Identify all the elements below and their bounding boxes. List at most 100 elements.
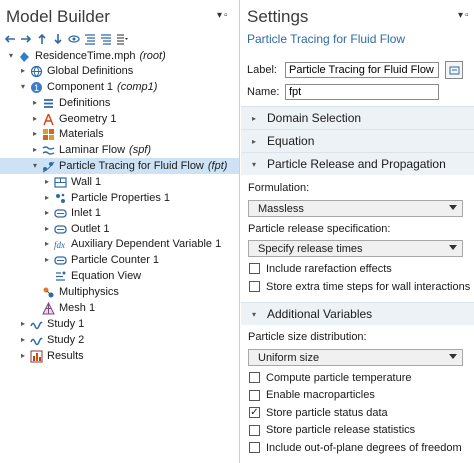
- tree-item-study-1[interactable]: ▸ Study 1: [18, 316, 84, 332]
- tree-item-label: Equation View: [71, 270, 142, 282]
- tree-item-label: Particle Tracing for Fluid Flow: [59, 160, 204, 172]
- tree-item-label: Study 1: [47, 318, 85, 330]
- release-spec-select[interactable]: Specify release times: [248, 240, 463, 257]
- expand-arrow-icon: ▸: [251, 136, 256, 146]
- tree-item-residencetime-mph[interactable]: ▾ ResidenceTime.mph (root): [6, 48, 166, 64]
- checkbox-include-rarefaction-effects[interactable]: Include rarefaction effects: [249, 261, 392, 276]
- formulation-select[interactable]: Massless: [248, 200, 463, 217]
- checkbox-icon[interactable]: [249, 424, 260, 436]
- tree-item-multiphysics[interactable]: Multiphysics: [30, 284, 119, 300]
- expand-toggle-icon[interactable]: ▸: [18, 316, 28, 332]
- section-additional-variables[interactable]: ▾ Additional Variables: [241, 302, 474, 325]
- tree-item-results[interactable]: ▸ Results: [18, 348, 84, 364]
- tree-item-outlet-1[interactable]: ▸ Outlet 1: [42, 221, 110, 237]
- release-spec-value: Specify release times: [258, 242, 363, 255]
- checkmark-icon[interactable]: ✓: [249, 407, 260, 418]
- expand-all-icon[interactable]: [100, 33, 112, 45]
- forward-icon[interactable]: [20, 33, 32, 45]
- name-input[interactable]: [285, 84, 439, 100]
- expand-toggle-icon[interactable]: ▸: [30, 111, 40, 127]
- checkbox-compute-particle-temperature[interactable]: Compute particle temperature: [249, 370, 412, 385]
- section-title: Equation: [267, 134, 315, 148]
- checkbox-store-particle-release-statistics[interactable]: Store particle release statistics: [249, 423, 415, 438]
- collapse-toggle-icon[interactable]: ▾: [30, 158, 40, 174]
- tree-scrollbar[interactable]: [235, 48, 239, 463]
- tree-item-equation-view[interactable]: Equation View: [42, 268, 141, 284]
- expand-toggle-icon[interactable]: ▸: [42, 221, 52, 237]
- expand-arrow-icon: ▸: [251, 113, 256, 123]
- checkbox-icon[interactable]: [249, 389, 260, 401]
- checkbox-include-out-of-plane-degrees-of-freedom[interactable]: Include out-of-plane degrees of freedom: [249, 440, 462, 455]
- checkbox-label: Include out-of-plane degrees of freedom: [266, 441, 462, 454]
- expand-toggle-icon[interactable]: ▸: [42, 252, 52, 268]
- checkbox-icon[interactable]: [249, 372, 260, 383]
- tree-item-study-2[interactable]: ▸ Study 2: [18, 332, 84, 348]
- back-icon[interactable]: [4, 33, 16, 45]
- tree-item-mesh-1[interactable]: Mesh 1: [30, 300, 95, 316]
- tree-item-materials[interactable]: ▸ Materials: [30, 126, 104, 142]
- list-options-icon[interactable]: [116, 33, 128, 45]
- expand-toggle-icon[interactable]: ▸: [18, 63, 28, 79]
- tree-item-component-1[interactable]: ▾ 1 Component 1 (comp1): [18, 79, 157, 95]
- size-distribution-select[interactable]: Uniform size: [248, 349, 463, 366]
- expand-toggle-icon[interactable]: ▸: [30, 95, 40, 111]
- tree-item-particle-counter-1[interactable]: ▸ Particle Counter 1: [42, 252, 159, 268]
- tree-item-particle-tracing-for-fluid-flow[interactable]: ▾ Particle Tracing for Fluid Flow (fpt): [0, 158, 239, 174]
- tree-item-label: Results: [47, 350, 84, 362]
- tree-item-label: ResidenceTime.mph: [35, 50, 136, 62]
- checkbox-icon[interactable]: [249, 281, 260, 292]
- move-down-icon[interactable]: [52, 33, 64, 45]
- tree-item-tag: (comp1): [117, 81, 158, 93]
- expand-toggle-icon[interactable]: ▸: [42, 190, 52, 206]
- checkbox-store-particle-status-data[interactable]: ✓ Store particle status data: [249, 405, 388, 420]
- svg-text:fdx: fdx: [54, 240, 65, 250]
- expand-toggle-icon[interactable]: ▸: [18, 332, 28, 348]
- expand-toggle-icon[interactable]: ▸: [42, 236, 52, 252]
- tree-item-label: Auxiliary Dependent Variable 1: [71, 238, 222, 250]
- checkbox-store-extra-time-steps-for-wall-interactions[interactable]: Store extra time steps for wall interact…: [249, 279, 470, 294]
- section-title: Domain Selection: [267, 111, 362, 125]
- expand-toggle-icon[interactable]: ▸: [30, 126, 40, 142]
- size-distribution-value: Uniform size: [258, 351, 320, 364]
- section-title: Particle Release and Propagation: [267, 157, 446, 171]
- results-icon: [30, 350, 43, 363]
- chevron-down-icon: [449, 205, 457, 210]
- tree-item-wall-1[interactable]: ▸ Wall 1: [42, 174, 101, 190]
- tree-item-inlet-1[interactable]: ▸ Inlet 1: [42, 205, 101, 221]
- tree-item-global-definitions[interactable]: ▸ Global Definitions: [18, 63, 133, 79]
- tree-item-geometry-1[interactable]: ▸ Geometry 1: [30, 111, 116, 127]
- checkbox-icon[interactable]: [249, 263, 260, 274]
- checkbox-label: Enable macroparticles: [266, 389, 375, 401]
- checkbox-label: Store particle release statistics: [266, 424, 416, 436]
- tree-item-definitions[interactable]: ▸ Definitions: [30, 95, 110, 111]
- tree-item-laminar-flow[interactable]: ▸ Laminar Flow (spf): [30, 142, 151, 158]
- auxiliary-variable-icon: fdx: [54, 238, 67, 251]
- tree-item-label: Inlet 1: [71, 207, 101, 219]
- expand-toggle-icon[interactable]: ▸: [42, 174, 52, 190]
- section-particle-release[interactable]: ▾ Particle Release and Propagation: [241, 152, 474, 175]
- move-up-icon[interactable]: [36, 33, 48, 45]
- root-file-icon: [18, 50, 31, 63]
- settings-subtitle: Particle Tracing for Fluid Flow: [247, 32, 406, 46]
- svg-text:1: 1: [34, 83, 39, 93]
- settings-pane: Settings ▾ ▫ Particle Tracing for Fluid …: [241, 0, 474, 463]
- checkbox-icon[interactable]: [249, 442, 260, 453]
- tree-item-particle-properties-1[interactable]: ▸ Particle Properties 1: [42, 190, 170, 206]
- collapse-toggle-icon[interactable]: ▾: [6, 48, 16, 64]
- collapse-toggle-icon[interactable]: ▾: [18, 79, 28, 95]
- label-edit-icon[interactable]: [445, 61, 463, 79]
- label-input[interactable]: [285, 62, 439, 78]
- tree-item-auxiliary-dependent-variable-1[interactable]: ▸ fdx Auxiliary Dependent Variable 1: [42, 236, 221, 252]
- collapse-all-icon[interactable]: [84, 33, 96, 45]
- expand-toggle-icon[interactable]: ▸: [30, 142, 40, 158]
- expand-toggle-icon[interactable]: ▸: [18, 348, 28, 364]
- study-icon: [30, 318, 43, 331]
- pane-menu-icon[interactable]: ▾ ▫: [217, 10, 228, 21]
- checkbox-enable-macroparticles[interactable]: Enable macroparticles: [249, 388, 375, 403]
- section-equation[interactable]: ▸ Equation: [241, 129, 474, 152]
- tree-item-tag: (fpt): [207, 160, 228, 172]
- settings-pane-menu-icon[interactable]: ▾ ▫: [458, 10, 469, 21]
- section-domain-selection[interactable]: ▸ Domain Selection: [241, 106, 474, 129]
- show-icon[interactable]: [68, 33, 80, 45]
- expand-toggle-icon[interactable]: ▸: [42, 205, 52, 221]
